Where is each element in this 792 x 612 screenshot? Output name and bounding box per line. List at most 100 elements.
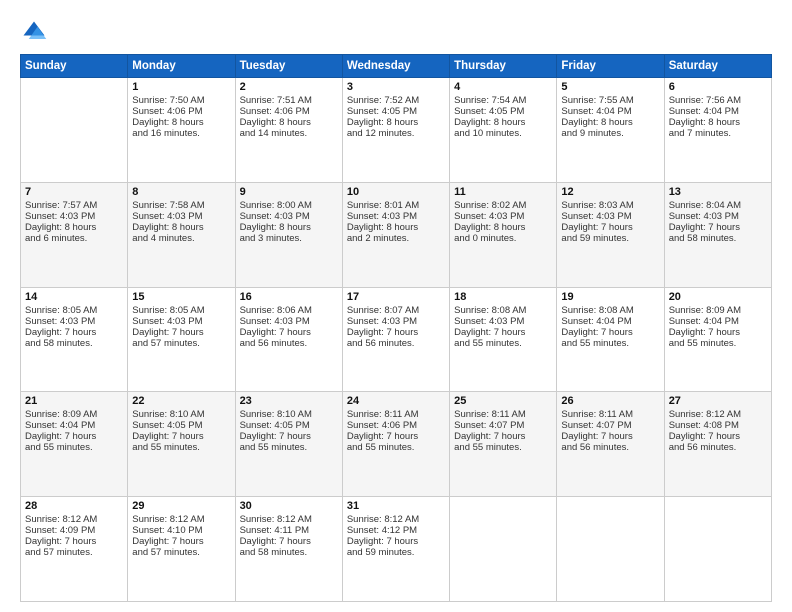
page: SundayMondayTuesdayWednesdayThursdayFrid… <box>0 0 792 612</box>
day-info-line: and 55 minutes. <box>669 338 767 349</box>
day-number: 3 <box>347 81 445 93</box>
calendar-cell: 28Sunrise: 8:12 AMSunset: 4:09 PMDayligh… <box>21 497 128 602</box>
day-number: 22 <box>132 395 230 407</box>
day-info-line: Daylight: 7 hours <box>561 222 659 233</box>
day-info-line: Daylight: 7 hours <box>132 431 230 442</box>
day-info-line: Sunrise: 8:09 AM <box>25 409 123 420</box>
calendar-cell <box>664 497 771 602</box>
day-info-line: Daylight: 7 hours <box>25 327 123 338</box>
calendar-header-wednesday: Wednesday <box>342 55 449 78</box>
day-info-line: Sunrise: 7:54 AM <box>454 95 552 106</box>
header <box>20 18 772 46</box>
day-info-line: Sunset: 4:06 PM <box>132 106 230 117</box>
calendar-cell: 19Sunrise: 8:08 AMSunset: 4:04 PMDayligh… <box>557 287 664 392</box>
calendar-cell <box>450 497 557 602</box>
day-info-line: Sunset: 4:03 PM <box>454 316 552 327</box>
logo <box>20 18 52 46</box>
day-number: 25 <box>454 395 552 407</box>
calendar-cell: 25Sunrise: 8:11 AMSunset: 4:07 PMDayligh… <box>450 392 557 497</box>
calendar-header-sunday: Sunday <box>21 55 128 78</box>
calendar-cell: 4 Sunrise: 7:54 AMSunset: 4:05 PMDaylight… <box>450 78 557 183</box>
calendar-cell: 27Sunrise: 8:12 AMSunset: 4:08 PMDayligh… <box>664 392 771 497</box>
day-info-line: and 12 minutes. <box>347 128 445 139</box>
calendar-cell <box>557 497 664 602</box>
day-info-line: Sunrise: 8:02 AM <box>454 200 552 211</box>
day-info-line: Sunset: 4:06 PM <box>240 106 338 117</box>
day-info-line: Sunset: 4:10 PM <box>132 525 230 536</box>
day-info-line: Daylight: 8 hours <box>454 117 552 128</box>
day-info-line: and 58 minutes. <box>25 338 123 349</box>
calendar-cell: 30Sunrise: 8:12 AMSunset: 4:11 PMDayligh… <box>235 497 342 602</box>
day-info-line: Sunrise: 7:52 AM <box>347 95 445 106</box>
day-info-line: Sunset: 4:04 PM <box>669 316 767 327</box>
day-info-line: Daylight: 7 hours <box>240 327 338 338</box>
day-number: 21 <box>25 395 123 407</box>
day-info-line: Sunrise: 8:07 AM <box>347 305 445 316</box>
day-number: 17 <box>347 291 445 303</box>
calendar-week-1: 1Sunrise: 7:50 AMSunset: 4:06 PMDaylight… <box>21 78 772 183</box>
calendar-cell: 17Sunrise: 8:07 AMSunset: 4:03 PMDayligh… <box>342 287 449 392</box>
day-info-line: and 55 minutes. <box>561 338 659 349</box>
day-info-line: and 56 minutes. <box>669 442 767 453</box>
day-number: 1 <box>132 81 230 93</box>
day-info-line: Sunset: 4:06 PM <box>347 420 445 431</box>
day-info-line: Daylight: 7 hours <box>25 431 123 442</box>
day-info-line: Sunset: 4:03 PM <box>347 211 445 222</box>
day-info-line: Sunrise: 8:11 AM <box>347 409 445 420</box>
calendar-cell: 1Sunrise: 7:50 AMSunset: 4:06 PMDaylight… <box>128 78 235 183</box>
day-info-line: Sunrise: 8:05 AM <box>132 305 230 316</box>
day-info-line: and 59 minutes. <box>561 233 659 244</box>
calendar-cell: 26Sunrise: 8:11 AMSunset: 4:07 PMDayligh… <box>557 392 664 497</box>
day-info-line: Daylight: 7 hours <box>132 327 230 338</box>
day-info-line: Daylight: 7 hours <box>669 222 767 233</box>
calendar-cell: 9Sunrise: 8:00 AMSunset: 4:03 PMDaylight… <box>235 182 342 287</box>
calendar-cell: 12Sunrise: 8:03 AMSunset: 4:03 PMDayligh… <box>557 182 664 287</box>
calendar-cell: 31Sunrise: 8:12 AMSunset: 4:12 PMDayligh… <box>342 497 449 602</box>
day-info-line: Sunset: 4:05 PM <box>240 420 338 431</box>
day-number: 5 <box>561 81 659 93</box>
day-number: 30 <box>240 500 338 512</box>
calendar-header-monday: Monday <box>128 55 235 78</box>
day-info-line: and 7 minutes. <box>669 128 767 139</box>
day-info-line: and 4 minutes. <box>132 233 230 244</box>
day-info-line: Daylight: 7 hours <box>240 431 338 442</box>
day-number: 15 <box>132 291 230 303</box>
day-info-line: Sunset: 4:03 PM <box>25 316 123 327</box>
day-info-line: Sunrise: 8:06 AM <box>240 305 338 316</box>
day-info-line: Daylight: 7 hours <box>669 327 767 338</box>
day-info-line: Sunrise: 8:00 AM <box>240 200 338 211</box>
day-info-line: Sunset: 4:03 PM <box>669 211 767 222</box>
day-info-line: Sunrise: 7:55 AM <box>561 95 659 106</box>
calendar-cell: 29Sunrise: 8:12 AMSunset: 4:10 PMDayligh… <box>128 497 235 602</box>
day-info-line: Sunrise: 8:04 AM <box>669 200 767 211</box>
day-info-line: Daylight: 7 hours <box>240 536 338 547</box>
day-info-line: and 55 minutes. <box>347 442 445 453</box>
day-info-line: Daylight: 8 hours <box>25 222 123 233</box>
calendar-cell: 16Sunrise: 8:06 AMSunset: 4:03 PMDayligh… <box>235 287 342 392</box>
day-number: 18 <box>454 291 552 303</box>
day-number: 10 <box>347 186 445 198</box>
calendar-cell: 10Sunrise: 8:01 AMSunset: 4:03 PMDayligh… <box>342 182 449 287</box>
day-info-line: Daylight: 8 hours <box>669 117 767 128</box>
day-info-line: Daylight: 8 hours <box>347 222 445 233</box>
day-info-line: Sunrise: 8:12 AM <box>347 514 445 525</box>
calendar-week-2: 7Sunrise: 7:57 AMSunset: 4:03 PMDaylight… <box>21 182 772 287</box>
day-info-line: Daylight: 7 hours <box>561 327 659 338</box>
calendar-cell: 8Sunrise: 7:58 AMSunset: 4:03 PMDaylight… <box>128 182 235 287</box>
day-number: 4 <box>454 81 552 93</box>
day-info-line: Sunrise: 8:08 AM <box>561 305 659 316</box>
day-info-line: Sunset: 4:07 PM <box>561 420 659 431</box>
day-info-line: Daylight: 7 hours <box>25 536 123 547</box>
day-info-line: Sunset: 4:05 PM <box>132 420 230 431</box>
day-info-line: Daylight: 7 hours <box>669 431 767 442</box>
day-number: 19 <box>561 291 659 303</box>
day-number: 6 <box>669 81 767 93</box>
day-info-line: and 57 minutes. <box>132 547 230 558</box>
calendar-header-friday: Friday <box>557 55 664 78</box>
calendar-cell: 24Sunrise: 8:11 AMSunset: 4:06 PMDayligh… <box>342 392 449 497</box>
day-info-line: Sunrise: 8:12 AM <box>25 514 123 525</box>
day-info-line: Sunset: 4:05 PM <box>454 106 552 117</box>
day-info-line: Sunset: 4:11 PM <box>240 525 338 536</box>
calendar-week-4: 21Sunrise: 8:09 AMSunset: 4:04 PMDayligh… <box>21 392 772 497</box>
day-info-line: and 55 minutes. <box>25 442 123 453</box>
